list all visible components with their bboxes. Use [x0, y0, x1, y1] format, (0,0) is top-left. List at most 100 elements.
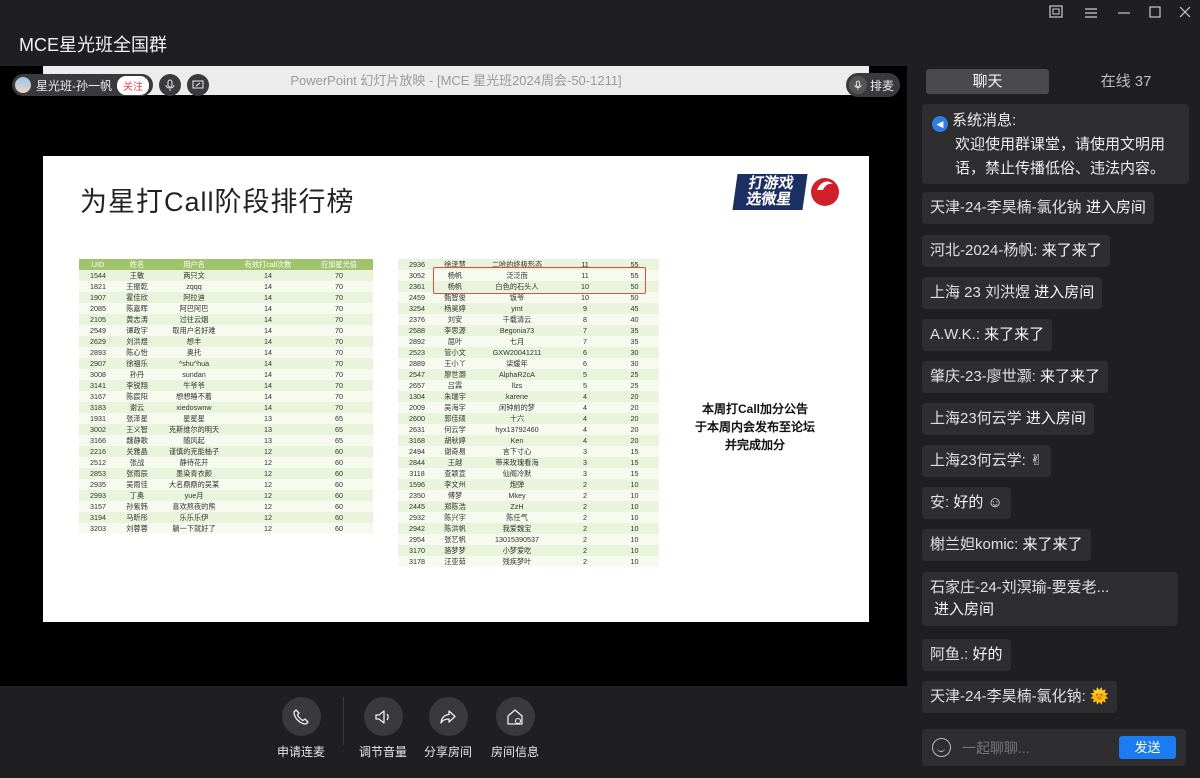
table-cell: 1304 — [398, 391, 436, 402]
follow-button[interactable]: 关注 — [117, 75, 149, 95]
message-text: 好的 ☺ — [949, 494, 1003, 511]
table-cell: 60 — [305, 523, 373, 534]
table-cell: 12 — [231, 479, 305, 490]
table-cell: 屈叶 — [436, 336, 474, 347]
table-cell: 廖世灏 — [436, 369, 474, 380]
chat-message: 石家庄-24-刘溟瑜-要爱老... 进入房间 — [922, 572, 1178, 626]
table-cell: 60 — [305, 446, 373, 457]
table-cell: 10 — [610, 545, 659, 556]
table-cell: 取用户名好难 — [157, 325, 231, 336]
table-cell: 12 — [231, 468, 305, 479]
house-info-icon — [495, 697, 535, 736]
tab-online[interactable]: 在线 37 — [1086, 69, 1166, 94]
table-cell: 70 — [305, 303, 373, 314]
mic-icon[interactable] — [159, 74, 181, 96]
group-classroom-window: MCE星光班全国群 PowerPoint 幻灯片放映 - [MCE 星光班202… — [0, 0, 1200, 778]
table-cell: 60 — [305, 479, 373, 490]
tab-chat[interactable]: 聊天 — [926, 69, 1049, 94]
table-cell: 60 — [305, 468, 373, 479]
table-row: 1304 朱瑞宇 karene 4 20 — [398, 391, 659, 402]
chat-composer: 发送 — [922, 729, 1186, 766]
table-cell: 2892 — [398, 336, 436, 347]
table-row: 2657 吕霖 llzs 5 25 — [398, 380, 659, 391]
table-row: 3168 胡秋婷 Ken 4 20 — [398, 435, 659, 446]
table-cell: 1907 — [79, 292, 117, 303]
table-cell: 10 — [610, 490, 659, 501]
table-cell: GXW20041211 — [474, 347, 560, 358]
close-icon[interactable] — [1174, 5, 1196, 23]
phone-icon — [281, 697, 321, 736]
chat-input[interactable] — [962, 737, 1112, 759]
chat-message: A.W.K.: 来了来了 — [922, 319, 1053, 351]
screen-share-icon[interactable] — [187, 74, 209, 96]
table-cell: 40 — [610, 314, 659, 325]
table-cell: 7 — [560, 325, 610, 336]
table-cell: 丁奥 — [117, 490, 157, 501]
table-cell: 阿巴阿巴 — [157, 303, 231, 314]
table-cell: 谢云 — [117, 402, 157, 413]
table-cell: 14 — [231, 402, 305, 413]
table-cell: 60 — [305, 501, 373, 512]
table-cell: Ken — [474, 435, 560, 446]
table-cell: 3168 — [398, 435, 436, 446]
table-cell: 骆梦梦 — [436, 545, 474, 556]
table-row: 3183 谢云 xiedoswnw 14 70 — [79, 402, 373, 413]
table-cell: 谢奇易 — [436, 446, 474, 457]
table-cell: 14 — [231, 303, 305, 314]
request-mic-button[interactable]: 申请连麦 — [261, 697, 341, 760]
table-cell: 60 — [305, 490, 373, 501]
table-cell: 2549 — [79, 325, 117, 336]
table-row: 3008 孙丹 sundan 14 70 — [79, 369, 373, 380]
ranking-table-right: 2936 徐泽慧 二哈的终极形态 11 55 3052 杨帆 泛泛而 11 55 2361 杨帆 白色的… — [398, 259, 659, 567]
table-row: 2844 王越 带来玫瑰看海 3 15 — [398, 457, 659, 468]
dragon-logo-icon — [811, 178, 839, 206]
table-cell: 15 — [610, 446, 659, 457]
send-button[interactable]: 发送 — [1119, 736, 1176, 759]
table-cell: 3157 — [79, 501, 117, 512]
table-cell: 20 — [610, 413, 659, 424]
table-cell: 3178 — [398, 556, 436, 567]
chat-message: 安: 好的 ☺ — [922, 487, 1011, 519]
table-cell: 柒缓年 — [474, 358, 560, 369]
table-cell: 13 — [231, 413, 305, 424]
table-cell: 2523 — [398, 347, 436, 358]
chat-message: 上海 23 刘洪煜 进入房间 — [922, 277, 1103, 309]
queue-mic-button[interactable]: 排麦 — [846, 73, 901, 97]
table-cell: 1931 — [79, 413, 117, 424]
table-row: 2993 丁奥 yue月 12 60 — [79, 490, 373, 501]
table-cell: 70 — [305, 380, 373, 391]
table-cell: 2942 — [398, 523, 436, 534]
menu-icon[interactable] — [1080, 5, 1102, 23]
table-cell: 关雅晶 — [117, 446, 157, 457]
table-cell: 张雨辰 — [117, 468, 157, 479]
queue-label: 排麦 — [870, 78, 895, 93]
message-text: 来了来了 — [1037, 242, 1102, 259]
table-cell: hyx13792460 — [474, 424, 560, 435]
table-cell: 4 — [560, 413, 610, 424]
room-info-button[interactable]: 房间信息 — [475, 697, 555, 760]
message-text: 来了来了 — [980, 326, 1045, 343]
system-message-label: 系统消息: — [952, 112, 1017, 129]
emoji-icon[interactable] — [932, 738, 951, 757]
table-cell: 陈宸阳 — [117, 391, 157, 402]
table-row: 2547 廖世灏 AlphaR2cA 5 25 — [398, 369, 659, 380]
queue-mic-icon — [849, 76, 867, 94]
table-cell: 想丰 — [157, 336, 231, 347]
table-cell: 3183 — [79, 402, 117, 413]
table-cell: 10 — [610, 523, 659, 534]
maximize-icon[interactable] — [1144, 5, 1166, 23]
table-cell: 马昕彤 — [117, 512, 157, 523]
table-row: 2954 张艺帆 13015390537 2 10 — [398, 534, 659, 545]
table-cell: 王敏 — [117, 270, 157, 281]
table-row: 2105 黄志涛 过往云烟 14 70 — [79, 314, 373, 325]
table-cell: 4 — [560, 402, 610, 413]
table-cell: 2445 — [398, 501, 436, 512]
host-pill[interactable]: 星光班-孙一帆 关注 — [12, 74, 153, 96]
request-mic-label: 申请连麦 — [276, 745, 325, 759]
table-row: 2350 傅梦 Mkey 2 10 — [398, 490, 659, 501]
minimize-icon[interactable] — [1113, 5, 1135, 23]
column-header: 应加星光值 — [305, 259, 373, 270]
table-cell: 吴海宇 — [436, 402, 474, 413]
restore-icon[interactable] — [1045, 5, 1067, 23]
table-cell: 孙紫韩 — [117, 501, 157, 512]
